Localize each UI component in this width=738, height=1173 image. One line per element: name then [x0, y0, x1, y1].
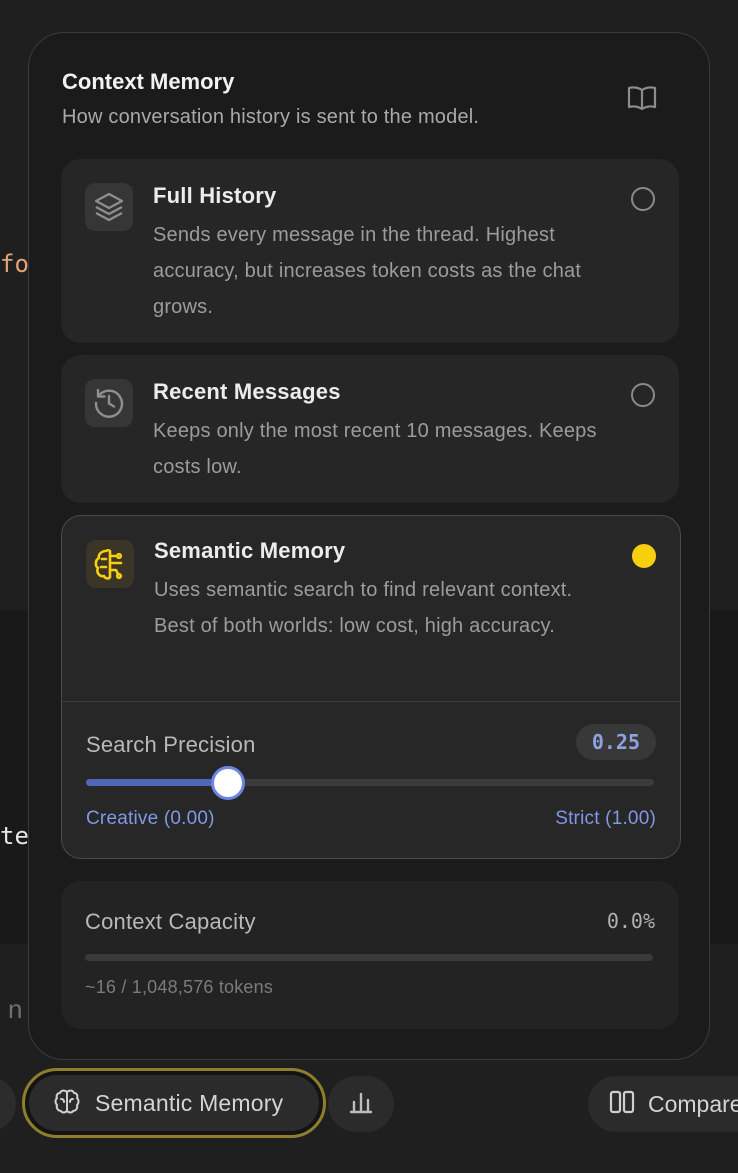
- layers-icon: [85, 183, 133, 231]
- slider-min-label: Creative (0.00): [86, 808, 215, 829]
- option-semantic-memory[interactable]: Semantic Memory Uses semantic search to …: [61, 515, 681, 859]
- popover-title: Context Memory: [62, 69, 235, 94]
- columns-icon: [608, 1088, 636, 1121]
- option-radio[interactable]: [631, 383, 655, 407]
- context-memory-popover: Context Memory How conversation history …: [28, 32, 710, 1060]
- popover-subtitle: How conversation history is sent to the …: [62, 106, 480, 128]
- book-icon[interactable]: [625, 81, 659, 115]
- context-capacity-label: Context Capacity: [85, 909, 256, 934]
- compare-button[interactable]: Compare: [588, 1076, 738, 1132]
- toolbar-button-partial[interactable]: [0, 1076, 16, 1132]
- divider: [62, 701, 680, 702]
- brain-icon: [86, 540, 134, 588]
- app-stage: fo te n Context Memory How conversation …: [0, 0, 738, 1173]
- bar-chart-icon: [348, 1089, 374, 1120]
- context-capacity-percent: 0.0%: [606, 909, 655, 933]
- option-radio[interactable]: [631, 187, 655, 211]
- context-capacity-card: Context Capacity 0.0% ~16 / 1,048,576 to…: [61, 881, 679, 1029]
- history-icon: [85, 379, 133, 427]
- option-title: Recent Messages: [153, 379, 341, 404]
- search-precision-value: 0.25: [575, 724, 656, 760]
- context-capacity-tokens: ~16 / 1,048,576 tokens: [85, 977, 274, 997]
- option-title: Semantic Memory: [154, 538, 346, 563]
- slider-fill: [86, 779, 228, 786]
- background-code-fragment: fo: [0, 250, 29, 278]
- background-code-fragment: te: [0, 822, 29, 850]
- option-description: Uses semantic search to find relevant co…: [154, 579, 573, 637]
- brain-icon: [53, 1087, 81, 1120]
- option-full-history[interactable]: Full History Sends every message in the …: [61, 159, 679, 343]
- stats-button[interactable]: [328, 1076, 394, 1132]
- context-capacity-bar: [85, 954, 653, 961]
- option-description: Sends every message in the thread. Highe…: [153, 224, 582, 318]
- background-text-fragment: n: [8, 994, 23, 1024]
- option-radio-selected[interactable]: [632, 544, 656, 568]
- option-recent-messages[interactable]: Recent Messages Keeps only the most rece…: [61, 355, 679, 503]
- slider-max-label: Strict (1.00): [555, 808, 656, 829]
- option-title: Full History: [153, 183, 277, 208]
- compare-label: Compare: [648, 1090, 738, 1117]
- memory-mode-button[interactable]: Semantic Memory: [22, 1068, 326, 1138]
- search-precision-label: Search Precision: [86, 732, 256, 757]
- option-description: Keeps only the most recent 10 messages. …: [153, 420, 597, 478]
- slider-thumb[interactable]: [211, 766, 245, 800]
- search-precision-slider[interactable]: [86, 766, 654, 800]
- memory-mode-label: Semantic Memory: [95, 1089, 284, 1116]
